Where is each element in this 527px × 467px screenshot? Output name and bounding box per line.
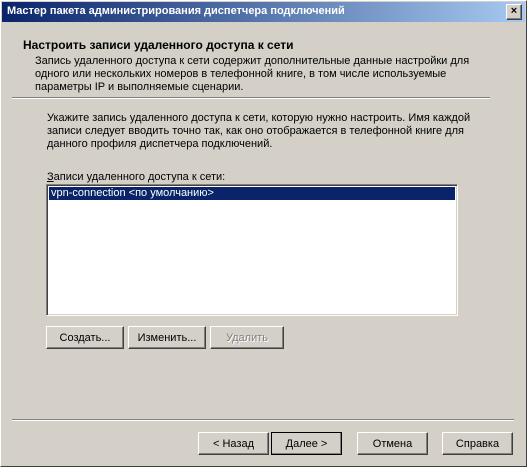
- window-title: Мастер пакета администрирования диспетче…: [7, 5, 345, 17]
- entries-list-label-accel: З: [47, 171, 54, 183]
- entries-listbox[interactable]: vpn-connection <по умолчанию>: [46, 184, 458, 316]
- entries-list-label-text: аписи удаленного доступа к сети:: [53, 171, 226, 183]
- cancel-button[interactable]: Отмена: [357, 432, 428, 455]
- back-button[interactable]: < Назад: [198, 432, 269, 455]
- title-bar[interactable]: Мастер пакета администрирования диспетче…: [2, 2, 525, 22]
- page-description: Запись удаленного доступа к сети содержи…: [35, 55, 470, 93]
- page-title: Настроить записи удаленного доступа к се…: [23, 38, 294, 52]
- edit-button[interactable]: Изменить...: [128, 326, 206, 349]
- delete-button: Удалить: [210, 326, 284, 349]
- entries-list-label: Записи удаленного доступа к сети:: [47, 171, 225, 183]
- footer-separator: [12, 419, 514, 421]
- next-button[interactable]: Далее >: [271, 432, 342, 455]
- list-item[interactable]: vpn-connection <по умолчанию>: [49, 187, 455, 200]
- header-panel: Настроить записи удаленного доступа к се…: [2, 23, 525, 98]
- help-button[interactable]: Справка: [442, 432, 513, 455]
- wizard-window: Мастер пакета администрирования диспетче…: [0, 0, 527, 467]
- close-icon[interactable]: ×: [506, 4, 522, 20]
- create-button[interactable]: Создать...: [46, 326, 124, 349]
- header-separator: [12, 97, 490, 99]
- instructions-text: Укажите запись удаленного доступа к сети…: [47, 112, 471, 150]
